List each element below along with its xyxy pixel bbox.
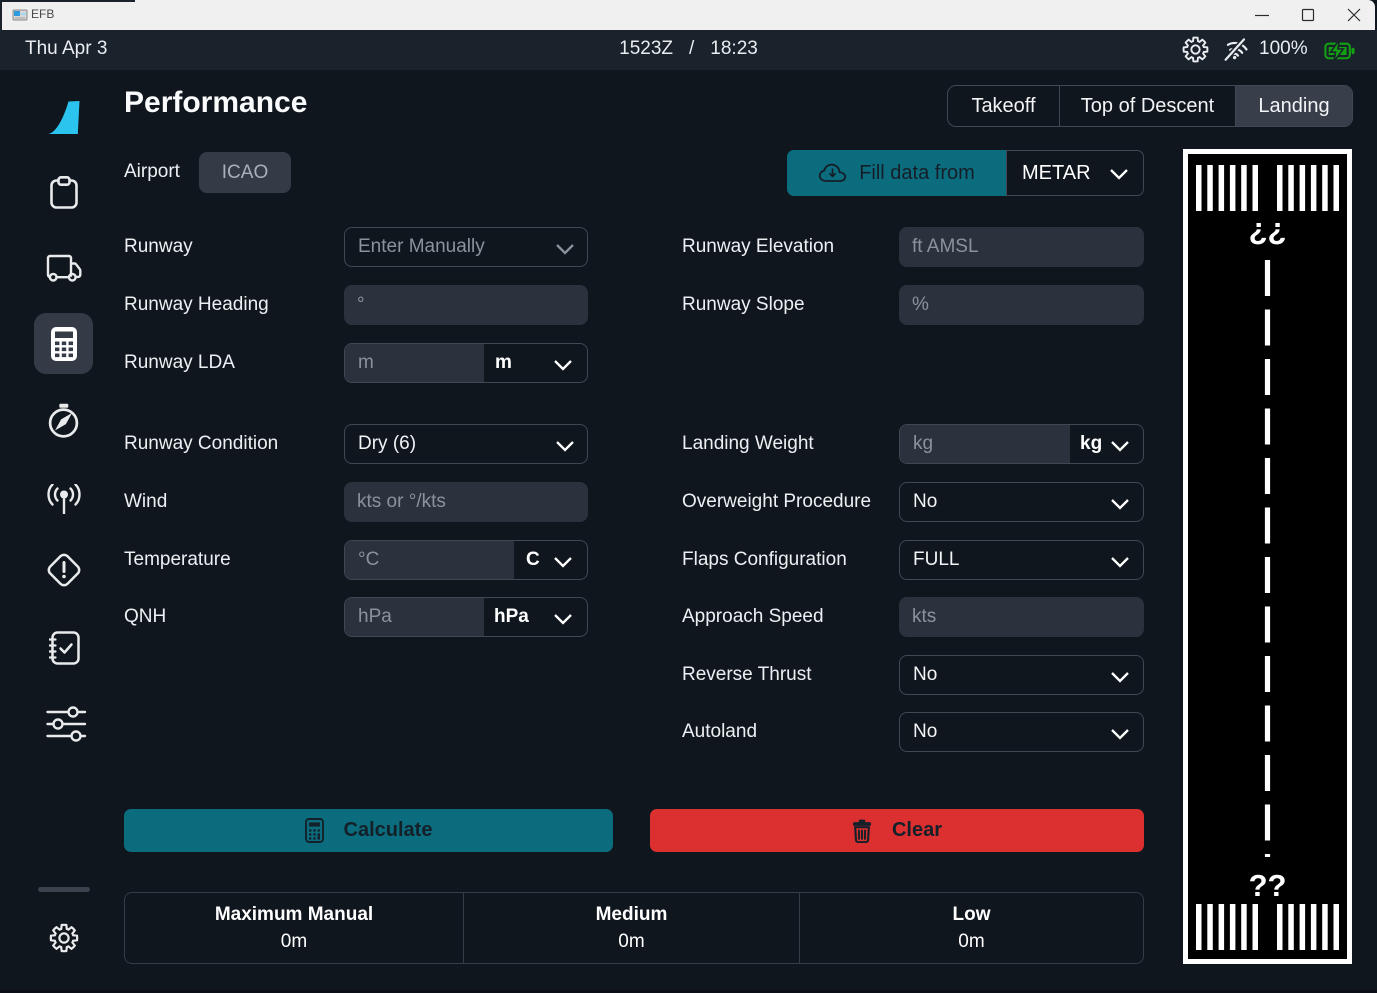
svg-text:¿¿: ¿¿ xyxy=(1249,211,1287,246)
svg-text:??: ?? xyxy=(1249,868,1287,903)
